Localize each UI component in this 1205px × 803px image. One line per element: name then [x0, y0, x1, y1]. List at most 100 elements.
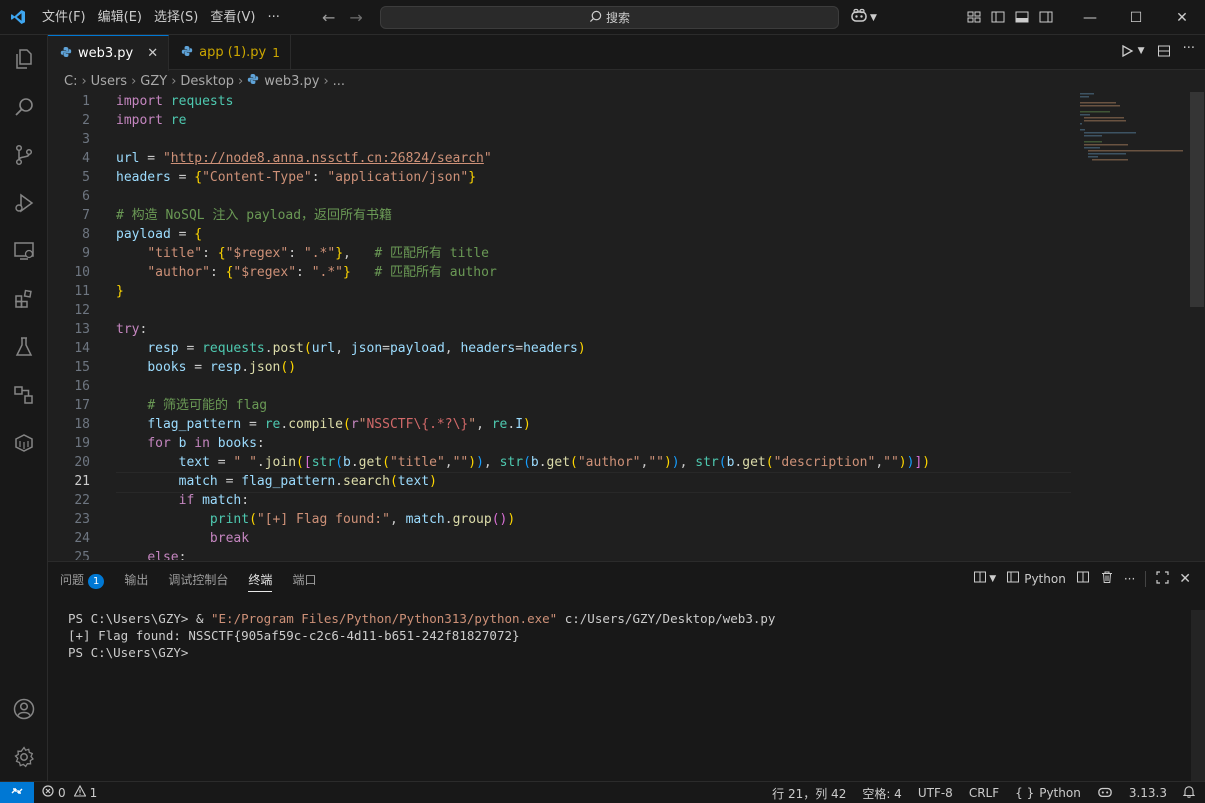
- maximize-panel-icon[interactable]: [1156, 570, 1169, 587]
- code-line[interactable]: 17 # 筛选可能的 flag: [48, 396, 1178, 415]
- testing-icon[interactable]: [0, 323, 48, 371]
- run-debug-icon[interactable]: [0, 179, 48, 227]
- run-python-file-icon[interactable]: [1120, 44, 1134, 62]
- code-text: "author": {"$regex": ".*"} # 匹配所有 author: [147, 265, 497, 280]
- breadcrumb-item[interactable]: ...: [333, 74, 345, 89]
- chevron-down-icon[interactable]: ▼: [989, 574, 996, 584]
- breadcrumb-item[interactable]: C:: [64, 74, 77, 89]
- container-icon[interactable]: [0, 419, 48, 467]
- scrollbar-thumb[interactable]: [1190, 92, 1204, 307]
- code-line[interactable]: 25 else:: [48, 548, 1178, 560]
- code-line[interactable]: 15 books = resp.json(): [48, 358, 1178, 377]
- more-actions-icon[interactable]: ···: [1183, 41, 1195, 62]
- code-line[interactable]: 22 if match:: [48, 491, 1178, 510]
- cursor-position[interactable]: 行 21，列 42: [772, 785, 846, 802]
- code-line[interactable]: 4 url = "http://node8.anna.nssctf.cn:2682…: [48, 149, 1178, 168]
- code-line[interactable]: 9 "title": {"$regex": ".*"}, # 匹配所有 titl…: [48, 244, 1178, 263]
- breadcrumb-item[interactable]: web3.py: [264, 74, 319, 89]
- menu-view[interactable]: 查看(V): [204, 0, 261, 35]
- chevron-down-icon[interactable]: ▼: [1138, 46, 1145, 62]
- customize-layout-icon[interactable]: [966, 9, 982, 29]
- python-interpreter-version[interactable]: 3.13.3: [1129, 786, 1167, 800]
- code-line[interactable]: 1 import requests: [48, 92, 1178, 111]
- settings-gear-icon[interactable]: [0, 733, 48, 781]
- code-line[interactable]: 19 for b in books:: [48, 434, 1178, 453]
- tab-web3-py[interactable]: web3.py ✕: [48, 35, 170, 71]
- toggle-secondary-sidebar-icon[interactable]: [1038, 9, 1054, 29]
- menu-edit[interactable]: 编辑(E): [92, 0, 148, 35]
- editor-scrollbar[interactable]: [1190, 92, 1204, 560]
- code-line[interactable]: 6: [48, 187, 1178, 206]
- copilot-status-icon[interactable]: [1097, 785, 1113, 802]
- terminal-scrollbar[interactable]: [1191, 610, 1205, 782]
- problems-indicator[interactable]: 0 1: [42, 784, 97, 800]
- code-editor[interactable]: 1 import requests 2 import re 3 4 url = "http:…: [48, 92, 1205, 560]
- code-line[interactable]: 7 # 构造 NoSQL 注入 payload，返回所有书籍: [48, 206, 1178, 225]
- tab-problems[interactable]: 问题 1: [60, 571, 105, 589]
- python-file-icon: [60, 46, 72, 62]
- language-mode[interactable]: { } Python: [1015, 786, 1081, 800]
- encoding[interactable]: UTF-8: [918, 786, 953, 800]
- code-line[interactable]: 8 payload = {: [48, 225, 1178, 244]
- search-view-icon[interactable]: [0, 83, 48, 131]
- minimize-button[interactable]: —: [1067, 0, 1113, 35]
- breadcrumb-item[interactable]: GZY: [140, 74, 167, 89]
- menu-file[interactable]: 文件(F): [36, 0, 92, 35]
- code-line[interactable]: 10 "author": {"$regex": ".*"} # 匹配所有 aut…: [48, 263, 1178, 282]
- terminal-layout-icon[interactable]: [1076, 570, 1090, 587]
- tab-debug-console[interactable]: 调试控制台: [168, 571, 228, 588]
- code-line[interactable]: 16: [48, 377, 1178, 396]
- copilot-button[interactable]: ▼: [850, 8, 877, 28]
- line-number: 14: [74, 341, 90, 356]
- explorer-icon[interactable]: [0, 35, 48, 83]
- close-tab-icon[interactable]: ✕: [147, 46, 158, 61]
- indentation[interactable]: 空格: 4: [862, 785, 902, 802]
- tab-output[interactable]: 输出: [124, 571, 148, 588]
- terminal-shell-icon: [1006, 570, 1020, 587]
- code-line[interactable]: 2 import re: [48, 111, 1178, 130]
- forward-arrow-icon[interactable]: →: [349, 8, 362, 27]
- split-editor-icon[interactable]: [1157, 44, 1171, 62]
- remote-indicator[interactable]: [0, 781, 34, 803]
- code-line[interactable]: 13 try:: [48, 320, 1178, 339]
- notifications-bell-icon[interactable]: [1182, 785, 1196, 801]
- tab-ports[interactable]: 端口: [292, 571, 316, 588]
- trash-icon[interactable]: [1100, 570, 1114, 587]
- close-window-button[interactable]: ✕: [1159, 0, 1205, 35]
- source-control-icon[interactable]: [0, 131, 48, 179]
- code-line[interactable]: 20 text = " ".join([str(b.get("title",""…: [48, 453, 1178, 472]
- code-line[interactable]: 12: [48, 301, 1178, 320]
- code-line[interactable]: 24 break: [48, 529, 1178, 548]
- code-line[interactable]: 23 print("[+] Flag found:", match.group(…: [48, 510, 1178, 529]
- menu-selection[interactable]: 选择(S): [148, 0, 204, 35]
- tab-terminal[interactable]: 终端: [248, 571, 273, 592]
- terminal-output[interactable]: PS C:\Users\GZY> & "E:/Program Files/Pyt…: [68, 610, 775, 661]
- close-panel-icon[interactable]: ✕: [1179, 571, 1191, 587]
- code-line[interactable]: 11}: [48, 282, 1178, 301]
- split-terminal-icon[interactable]: [973, 570, 987, 587]
- remote-explorer-icon[interactable]: [0, 227, 48, 275]
- code-line[interactable]: 18 flag_pattern = re.compile(r"NSSCTF\{.…: [48, 415, 1178, 434]
- scrollbar-thumb[interactable]: [1191, 610, 1205, 782]
- flows-icon[interactable]: [0, 371, 48, 419]
- breadcrumb-item[interactable]: Users: [91, 74, 127, 89]
- back-arrow-icon[interactable]: ←: [322, 8, 335, 27]
- maximize-button[interactable]: ☐: [1113, 0, 1159, 35]
- code-line[interactable]: 3: [48, 130, 1178, 149]
- menu-more[interactable]: ···: [261, 0, 285, 35]
- account-icon[interactable]: [0, 685, 48, 733]
- minimap[interactable]: [1078, 92, 1188, 162]
- extensions-icon[interactable]: [0, 275, 48, 323]
- toggle-panel-icon[interactable]: [1014, 9, 1030, 29]
- more-actions-icon[interactable]: ···: [1124, 572, 1135, 586]
- command-center-search[interactable]: 搜索: [380, 6, 839, 29]
- toggle-primary-sidebar-icon[interactable]: [990, 9, 1006, 29]
- code-line[interactable]: 21 match = flag_pattern.search(text): [48, 472, 1178, 493]
- line-number: 24: [74, 531, 90, 546]
- line-ending[interactable]: CRLF: [969, 786, 999, 800]
- code-line[interactable]: 5 headers = {"Content-Type": "application…: [48, 168, 1178, 187]
- terminal-shell-label[interactable]: Python: [1024, 572, 1066, 586]
- code-line[interactable]: 14 resp = requests.post(url, json=payloa…: [48, 339, 1178, 358]
- tab-app-1-py[interactable]: app (1).py 1: [169, 35, 291, 70]
- breadcrumb-item[interactable]: Desktop: [180, 74, 234, 89]
